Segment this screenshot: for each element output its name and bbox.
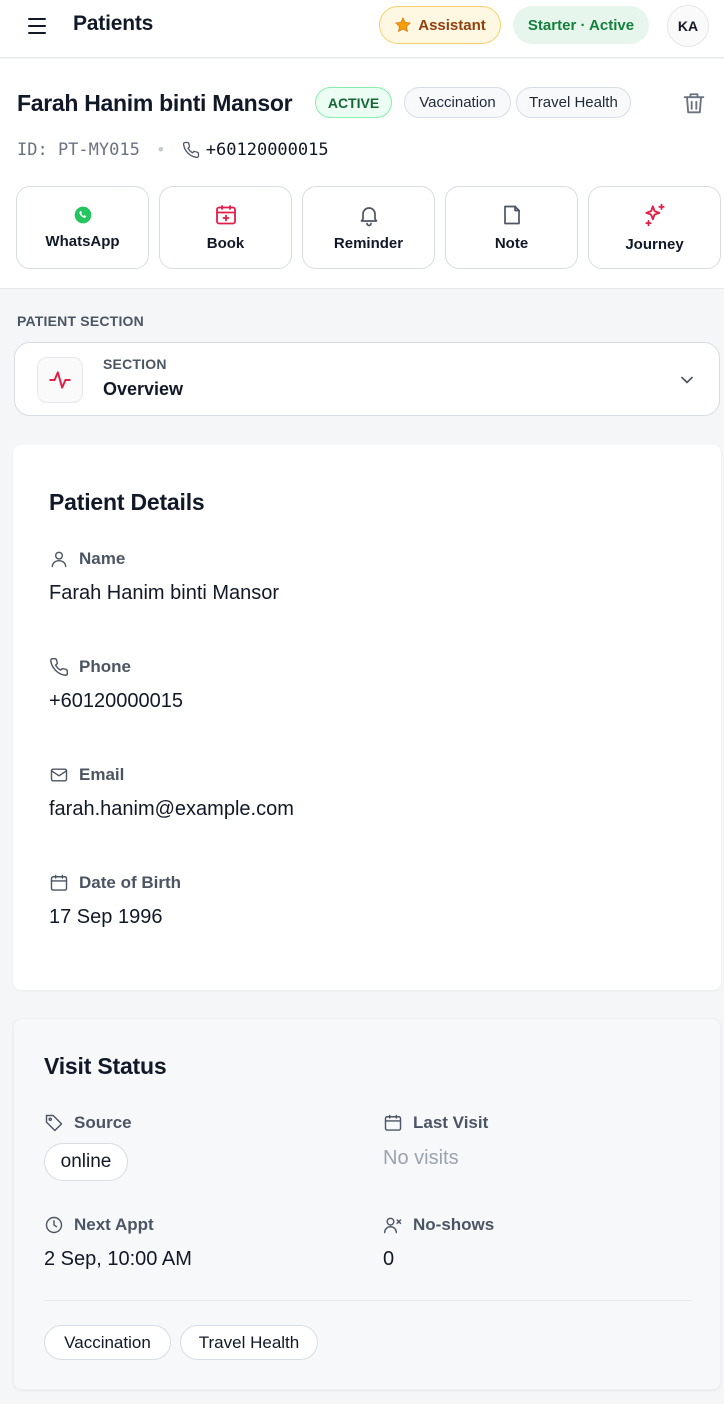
patient-details-title: Patient Details: [49, 489, 205, 515]
dob-label: Date of Birth: [79, 873, 181, 892]
dob-value: 17 Sep 1996: [49, 906, 163, 928]
quick-actions: WhatsApp Book Reminder Note Journey: [16, 186, 721, 269]
visit-tag[interactable]: Travel Health: [180, 1325, 318, 1360]
menu-icon[interactable]: [24, 14, 52, 38]
avatar[interactable]: KA: [667, 5, 709, 47]
name-label: Name: [79, 549, 126, 568]
patient-header: Farah Hanim binti Mansor ACTIVE Vaccinat…: [0, 59, 724, 289]
name-value: Farah Hanim binti Mansor: [49, 582, 280, 604]
reminder-label: Reminder: [333, 235, 404, 252]
delete-button[interactable]: [680, 89, 708, 117]
source-label: Source: [74, 1113, 132, 1132]
section-selected: Overview: [103, 379, 184, 399]
plan-status-badge[interactable]: Starter · Active: [513, 6, 649, 44]
source-field-label: Source: [44, 1113, 132, 1133]
patient-id: ID: PT-MY015: [17, 140, 140, 160]
noshows-field-label: No-shows: [383, 1215, 494, 1235]
patient-tag[interactable]: Travel Health: [516, 87, 631, 118]
section-caption: SECTION: [103, 356, 167, 372]
phone-field-label: Phone: [49, 657, 131, 677]
email-value: farah.hanim@example.com: [49, 798, 294, 820]
note-icon: [503, 205, 520, 225]
patient-details-card: Patient Details Name Farah Hanim binti M…: [13, 445, 721, 990]
whatsapp-icon: [74, 206, 91, 224]
next-appt-value: 2 Sep, 10:00 AM: [44, 1248, 192, 1270]
phone-value: +60120000015: [49, 690, 184, 712]
page-title: Patients: [73, 12, 154, 35]
visit-tag[interactable]: Vaccination: [44, 1325, 171, 1360]
separator-dot: •: [157, 140, 164, 159]
name-field-label: Name: [49, 549, 125, 569]
divider: [44, 1300, 692, 1301]
book-button[interactable]: Book: [159, 186, 292, 269]
journey-button[interactable]: Journey: [588, 186, 721, 269]
note-label: Note: [494, 235, 529, 252]
whatsapp-label: WhatsApp: [45, 233, 120, 250]
calendar-plus-icon: [215, 205, 236, 225]
patient-phone[interactable]: +60120000015: [182, 140, 329, 160]
user-icon: [51, 551, 67, 568]
section-heading: PATIENT SECTION: [17, 313, 144, 329]
patient-name: Farah Hanim binti Mansor: [17, 90, 293, 116]
email-field-label: Email: [49, 765, 124, 785]
chevron-down-icon: [681, 376, 693, 384]
assistant-button[interactable]: Assistant: [379, 6, 501, 44]
sparkles-icon: [644, 203, 665, 227]
reminder-button[interactable]: Reminder: [302, 186, 435, 269]
source-badge: online: [44, 1143, 128, 1181]
noshows-value: 0: [383, 1248, 395, 1270]
visit-status-title: Visit Status: [44, 1053, 167, 1079]
clock-icon: [45, 1216, 63, 1234]
phone-label: Phone: [79, 657, 131, 676]
whatsapp-button[interactable]: WhatsApp: [16, 186, 149, 269]
last-visit-label: Last Visit: [413, 1113, 489, 1132]
dob-field-label: Date of Birth: [49, 873, 181, 893]
phone-icon: [182, 141, 199, 159]
status-badge: ACTIVE: [315, 87, 392, 118]
last-visit-field-label: Last Visit: [383, 1113, 488, 1133]
next-appt-field-label: Next Appt: [44, 1215, 154, 1235]
top-bar: Patients Assistant Starter · Active KA: [0, 0, 724, 58]
journey-label: Journey: [625, 236, 684, 253]
patient-tag[interactable]: Vaccination: [404, 87, 511, 118]
noshows-label: No-shows: [413, 1215, 495, 1234]
star-icon: [395, 17, 412, 33]
email-label: Email: [79, 765, 125, 784]
patient-phone-text: +60120000015: [205, 140, 329, 160]
assistant-label: Assistant: [418, 16, 486, 34]
mail-icon: [50, 768, 68, 782]
calendar-icon: [384, 1114, 402, 1131]
book-label: Book: [206, 235, 245, 252]
patient-meta-row: ID: PT-MY015 • +60120000015: [17, 139, 329, 161]
user-x-icon: [383, 1217, 402, 1234]
visit-status-card: Visit Status Source online Last Visit No…: [13, 1018, 721, 1390]
section-dropdown[interactable]: SECTION Overview: [14, 342, 720, 416]
calendar-icon: [50, 874, 68, 891]
note-button[interactable]: Note: [445, 186, 578, 269]
last-visit-value: No visits: [383, 1147, 459, 1169]
trash-icon: [683, 93, 705, 114]
bell-icon: [360, 207, 377, 227]
section-icon-box: [37, 357, 83, 403]
next-appt-label: Next Appt: [74, 1215, 154, 1234]
tag-icon: [45, 1114, 63, 1132]
activity-icon: [49, 371, 71, 389]
phone-icon: [50, 657, 69, 676]
